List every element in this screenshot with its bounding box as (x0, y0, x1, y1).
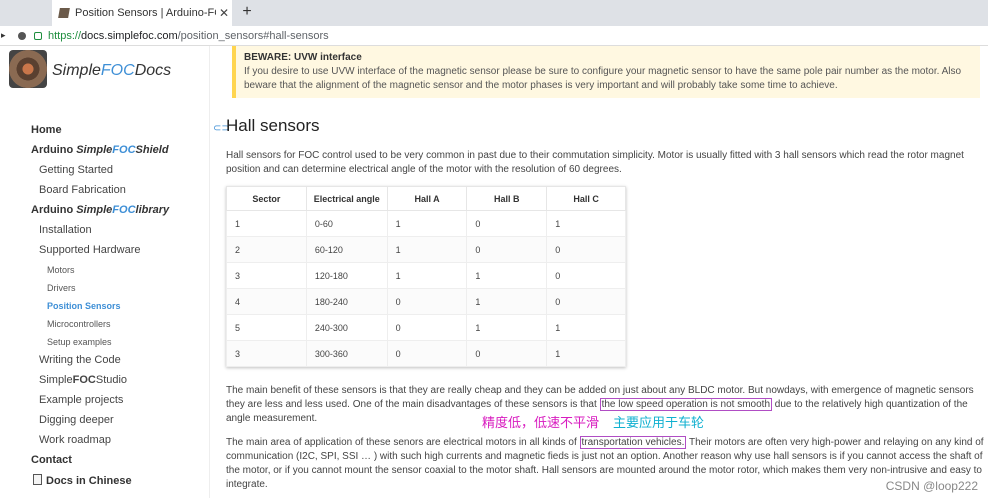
section-heading: Hall sensors (226, 116, 320, 136)
table-cell: 3 (227, 263, 307, 289)
table-cell: 1 (467, 289, 547, 315)
paragraph-intro: Hall sensors for FOC control used to be … (226, 149, 986, 177)
warning-callout: BEWARE: UVW interface If you desire to u… (232, 46, 980, 98)
annotation-low-precision: 精度低，低速不平滑 (482, 412, 599, 431)
sidebar-item-docs-chinese[interactable]: Docs in Chinese (33, 474, 132, 487)
table-row: 3 120-180 1 1 0 (227, 263, 626, 289)
favicon-icon (58, 8, 70, 18)
url-text[interactable]: https://docs.simplefoc.com/position_sens… (48, 30, 329, 42)
sidebar-item-position-sensors[interactable]: Position Sensors (47, 301, 121, 311)
table-row: 2 60-120 1 0 0 (227, 237, 626, 263)
sidebar-item-work-roadmap[interactable]: Work roadmap (39, 434, 111, 446)
table-cell: 1 (387, 263, 467, 289)
table-cell: 1 (467, 315, 547, 341)
table-header: Sector (227, 187, 307, 211)
sidebar-item-simplefoc-studio[interactable]: SimpleFOCStudio (39, 374, 127, 386)
table-cell: 60-120 (306, 237, 387, 263)
browser-tab[interactable]: Position Sensors | Arduino-FOC ✕ (52, 0, 232, 26)
sidebar-item-setup-examples[interactable]: Setup examples (47, 337, 112, 347)
table-cell: 1 (387, 211, 467, 237)
sidebar-item-digging-deeper[interactable]: Digging deeper (39, 414, 114, 426)
annotation-vehicle-application: 主要应用于车轮 (613, 412, 704, 431)
table-cell: 0 (387, 315, 467, 341)
table-cell: 0 (387, 341, 467, 367)
table-cell: 0 (547, 289, 626, 315)
table-cell: 1 (227, 211, 307, 237)
omnibox-icon (18, 32, 26, 40)
sidebar-item-library[interactable]: Arduino SimpleFOClibrary (31, 204, 169, 216)
table-cell: 300-360 (306, 341, 387, 367)
sidebar-item-microcontrollers[interactable]: Microcontrollers (47, 319, 111, 329)
table-cell: 0 (547, 237, 626, 263)
table-cell: 1 (547, 211, 626, 237)
sidebar-item-board-fabrication[interactable]: Board Fabrication (39, 184, 126, 196)
table-row: 3 300-360 0 0 1 (227, 341, 626, 367)
table-cell: 0-60 (306, 211, 387, 237)
sidebar-item-shield[interactable]: Arduino SimpleFOCShield (31, 144, 169, 156)
browser-tabstrip: Position Sensors | Arduino-FOC ✕ + (0, 0, 988, 26)
highlight-box: the low speed operation is not smooth (600, 398, 772, 411)
sidebar-item-getting-started[interactable]: Getting Started (39, 164, 113, 176)
table-cell: 120-180 (306, 263, 387, 289)
address-bar[interactable]: ▸ https://docs.simplefoc.com/position_se… (0, 26, 988, 46)
table-cell: 0 (467, 237, 547, 263)
table-cell: 1 (547, 315, 626, 341)
sidebar-item-installation[interactable]: Installation (39, 224, 92, 236)
table-header: Hall B (467, 187, 547, 211)
paragraph-applications: The main area of application of these se… (226, 436, 986, 492)
main-content: BEWARE: UVW interface If you desire to u… (211, 46, 988, 498)
table-cell: 2 (227, 237, 307, 263)
sidebar: SimpleFOCDocs Home Arduino SimpleFOCShie… (0, 46, 210, 498)
table-cell: 240-300 (306, 315, 387, 341)
sidebar-item-motors[interactable]: Motors (47, 265, 75, 275)
table-cell: 5 (227, 315, 307, 341)
sidebar-item-writing-code[interactable]: Writing the Code (39, 354, 121, 366)
table-cell: 3 (227, 341, 307, 367)
warning-body: If you desire to use UVW interface of th… (244, 65, 972, 93)
document-icon (33, 474, 42, 485)
brand-title[interactable]: SimpleFOCDocs (52, 62, 171, 80)
table-row: 5 240-300 0 1 1 (227, 315, 626, 341)
table-cell: 4 (227, 289, 307, 315)
logo-icon[interactable] (9, 50, 47, 88)
table-header: Hall A (387, 187, 467, 211)
table-header: Hall C (547, 187, 626, 211)
sidebar-item-contact[interactable]: Contact (31, 454, 72, 466)
table-cell: 0 (467, 211, 547, 237)
table-cell: 0 (387, 289, 467, 315)
hall-sensor-table: Sector Electrical angle Hall A Hall B Ha… (226, 186, 626, 367)
table-header-row: Sector Electrical angle Hall A Hall B Ha… (227, 187, 626, 211)
table-row: 4 180-240 0 1 0 (227, 289, 626, 315)
table-cell: 0 (547, 263, 626, 289)
lock-icon[interactable] (34, 32, 42, 40)
sidebar-item-example-projects[interactable]: Example projects (39, 394, 123, 406)
tab-title: Position Sensors | Arduino-FOC (75, 7, 216, 19)
close-icon[interactable]: ✕ (216, 6, 232, 20)
table-cell: 1 (387, 237, 467, 263)
warning-title: BEWARE: UVW interface (244, 52, 972, 63)
new-tab-button[interactable]: + (238, 3, 256, 21)
table-cell: 0 (467, 341, 547, 367)
watermark: CSDN @loop222 (886, 479, 978, 493)
table-cell: 180-240 (306, 289, 387, 315)
table-header: Electrical angle (306, 187, 387, 211)
sidebar-item-supported-hardware[interactable]: Supported Hardware (39, 244, 141, 256)
sidebar-item-home[interactable]: Home (31, 124, 62, 136)
sidebar-item-drivers[interactable]: Drivers (47, 283, 76, 293)
paragraph-benefits: The main benefit of these sensors is tha… (226, 384, 986, 426)
menu-arrow-icon[interactable]: ▸ (0, 30, 10, 41)
table-cell: 1 (467, 263, 547, 289)
highlight-box: transportation vehicles. (580, 436, 687, 449)
table-row: 1 0-60 1 0 1 (227, 211, 626, 237)
table-cell: 1 (547, 341, 626, 367)
